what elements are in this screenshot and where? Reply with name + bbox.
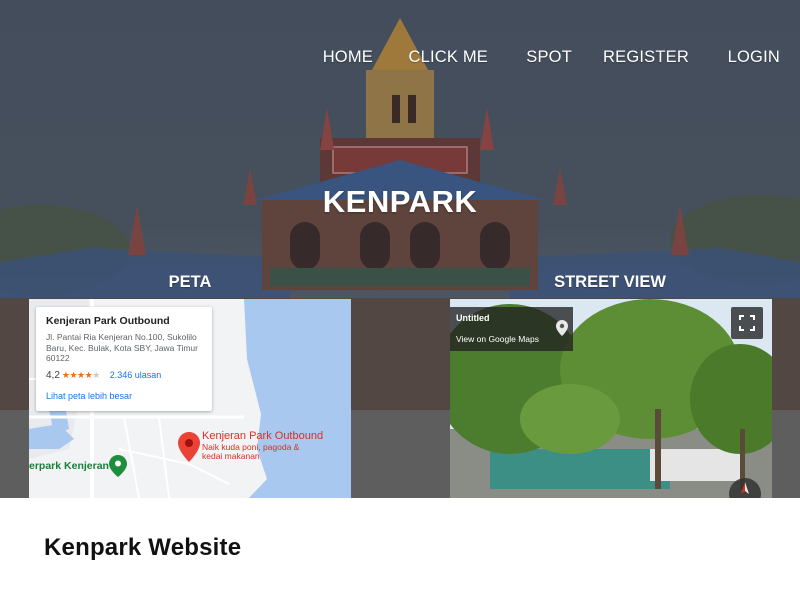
fullscreen-button[interactable] [731,307,763,339]
street-view-title: Untitled [456,313,490,323]
place-rating-row: 4,2 ★★★★★ 2.346 ulasan [46,370,202,381]
map-pin-icon[interactable] [178,432,200,462]
rating-value: 4,2 [46,369,60,381]
green-place-marker-icon[interactable] [109,455,127,477]
nav-register[interactable]: REGISTER [603,48,689,67]
map-place-label: erpark Kenjeran [29,460,109,472]
pin-place-subtitle: Naik kuda poni, pagoda & kedai makanan [202,442,300,461]
star-rating-icon: ★★★★★ [61,369,100,380]
view-larger-map-link[interactable]: Lihat peta lebih besar [46,391,202,401]
nav-login[interactable]: LOGIN [728,48,780,67]
pin-place-title: Kenjeran Park Outbound [202,430,324,442]
fullscreen-icon [739,315,755,331]
hero-title: KENPARK [322,184,478,219]
site-title: Kenpark Website [44,534,242,561]
streetview-section-label: STREET VIEW [554,273,666,291]
place-name: Kenjeran Park Outbound [46,315,170,327]
view-on-google-maps-link[interactable]: View on Google Maps [456,334,567,344]
location-pin-icon[interactable] [556,320,568,336]
nav-spot[interactable]: SPOT [526,48,572,67]
compass-icon[interactable] [727,474,763,498]
map-section-label: PETA [168,273,212,291]
place-info-card: Kenjeran Park Outbound Jl. Pantai Ria Ke… [36,307,212,411]
nav-home[interactable]: HOME [323,48,373,67]
place-address: Jl. Pantai Ria Kenjeran No.100, Sukolilo… [46,332,198,363]
reviews-link[interactable]: 2.346 ulasan [110,370,162,380]
nav-click-me[interactable]: CLICK ME [408,48,488,67]
street-view-info-panel: Untitled View on Google Maps [450,307,573,351]
